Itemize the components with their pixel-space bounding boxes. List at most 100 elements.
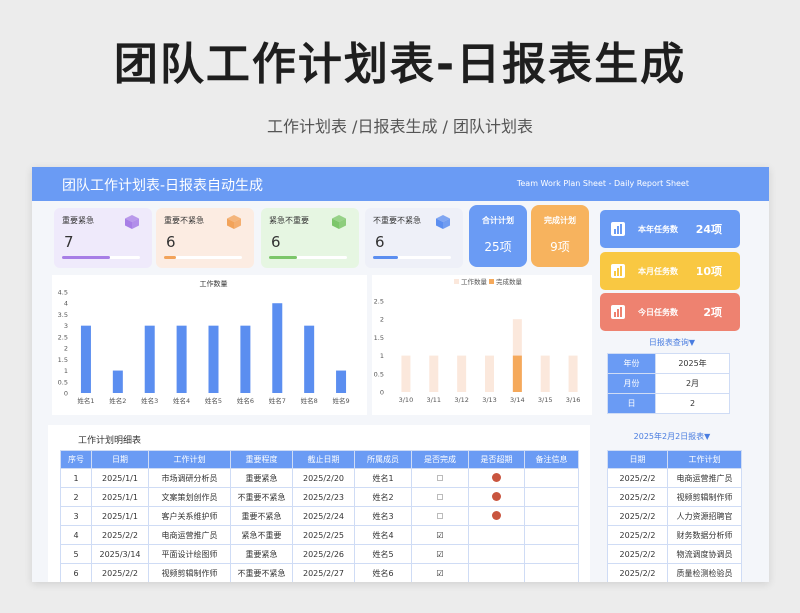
- detail-cell-level: 紧急不重要: [230, 525, 293, 545]
- daily-cell: 2025/2/2: [607, 544, 668, 564]
- bar: [336, 370, 347, 393]
- daily-report-query-dropdown[interactable]: 日报表查询▼: [607, 337, 737, 348]
- detail-cell-plan: 电商运营推广员: [148, 525, 231, 545]
- sheet-header-en-title: Team Work Plan Sheet - Daily Report Shee…: [516, 179, 689, 188]
- bar: [144, 325, 155, 393]
- daily-cell: 物流调度协调员: [667, 544, 742, 564]
- y-tick-label: 3: [64, 322, 68, 330]
- detail-cell-overdue: [468, 487, 525, 507]
- query-value[interactable]: 2: [655, 393, 730, 414]
- table-row: 2025/2/2 人力资源招聘官: [607, 506, 742, 526]
- detail-cell-note: [524, 487, 579, 507]
- x-tick-label: 姓名5: [205, 396, 222, 405]
- detail-cell-note: [524, 563, 579, 582]
- x-tick-label: 姓名1: [77, 396, 94, 405]
- table-row: 6 2025/2/2 视频剪辑制作师 不重要不紧急 2025/2/27 姓名6 ☑: [60, 563, 579, 582]
- quadrant-value: 7: [64, 233, 74, 251]
- bar: [485, 355, 494, 392]
- daily-cell: 电商运营推广员: [667, 468, 742, 488]
- x-tick-label: 3/14: [510, 396, 525, 404]
- x-tick-label: 姓名9: [332, 396, 349, 405]
- y-tick-label: 1.5: [58, 356, 68, 364]
- checked-box-icon[interactable]: ☑: [436, 569, 443, 578]
- detail-cell-member: 姓名1: [354, 468, 412, 488]
- detail-column-header: 是否完成: [411, 450, 469, 469]
- daily-trend-chart: 工作数量 完成数量 0 0.5 1 1.5 2 2.5 3/10 3/11 3/12 3/13 3/14…: [374, 277, 581, 404]
- y-tick-label: 2.5: [374, 298, 384, 306]
- query-row: 年份 2025年: [607, 353, 730, 374]
- quadrant-label: 重要不紧急: [164, 216, 204, 225]
- daily-report-table: 日期 工作计划 2025/2/2 电商运营推广员 2025/2/2 视频剪辑制作师 202…: [607, 450, 742, 582]
- detail-cell-due: 2025/2/24: [292, 506, 355, 526]
- x-tick-label: 3/11: [426, 396, 441, 404]
- bar-chart-icon: [610, 304, 626, 320]
- total-plan-label: 合计计划: [482, 216, 514, 225]
- unchecked-box-icon[interactable]: [437, 513, 443, 519]
- checked-box-icon[interactable]: ☑: [436, 550, 443, 559]
- sheet-header-title: 团队工作计划表-日报表自动生成: [62, 178, 264, 194]
- detail-cell-overdue: [468, 563, 525, 582]
- detail-cell-note: [524, 468, 579, 488]
- detail-cell-done: ☑: [411, 563, 469, 582]
- quadrant-progress: [164, 256, 242, 259]
- detail-cell-level: 重要不紧急: [230, 506, 293, 526]
- detail-cell-date: 2025/1/1: [91, 487, 149, 507]
- daily-column-header: 工作计划: [667, 450, 742, 469]
- y-tick-label: 1: [64, 367, 68, 375]
- daily-report-date-dropdown[interactable]: 2025年2月2日报表▼: [607, 431, 737, 442]
- detail-cell-member: 姓名2: [354, 487, 412, 507]
- detail-cell-done: [411, 506, 469, 526]
- daily-cell: 质量检测检验员: [667, 563, 742, 582]
- quadrant-value: 6: [166, 233, 176, 251]
- x-tick-label: 姓名6: [237, 396, 254, 405]
- y-tick-label: 0.5: [374, 370, 384, 378]
- detail-cell-no: 3: [60, 506, 92, 526]
- detail-cell-date: 2025/1/1: [91, 506, 149, 526]
- x-tick-label: 姓名3: [141, 396, 158, 405]
- query-key: 月份: [607, 373, 656, 394]
- bar: [176, 325, 187, 393]
- daily-trend-chart-panel: 工作数量 完成数量 0 0.5 1 1.5 2 2.5 3/10 3/11 3/12 3/13 3/14…: [372, 275, 592, 415]
- query-table: 年份 2025年 月份 2月日 2: [607, 353, 730, 414]
- table-row: 2025/2/2 质量检测检验员: [607, 563, 742, 582]
- x-tick-label: 3/10: [399, 396, 414, 404]
- bar: [568, 355, 578, 392]
- detail-cell-no: 2: [60, 487, 92, 507]
- quadrant-value: 6: [375, 233, 385, 251]
- detail-cell-level: 重要紧急: [230, 544, 293, 564]
- detail-panel: 工作计划明细表 序号 日期 工作计划 重要程度 截止日期 所属成员 是否完成 是否超期 备注信息…: [48, 425, 590, 582]
- unchecked-box-icon[interactable]: [437, 475, 443, 481]
- bar: [429, 355, 439, 392]
- unchecked-box-icon[interactable]: [437, 494, 443, 500]
- detail-cell-done: [411, 468, 469, 488]
- checked-box-icon[interactable]: ☑: [436, 531, 443, 540]
- detail-column-header: 备注信息: [524, 450, 579, 469]
- page-title: 团队工作计划表-日报表生成: [113, 39, 687, 90]
- stat-value: 10项: [695, 265, 722, 278]
- legend-label: 完成数量: [496, 277, 523, 286]
- done-plan-value: 9项: [550, 240, 570, 254]
- stat-label: 今日任务数: [638, 308, 678, 317]
- detail-column-header: 截止日期: [292, 450, 355, 469]
- query-value[interactable]: 2025年: [655, 353, 730, 374]
- query-row: 日2: [607, 393, 730, 414]
- detail-cell-level: 重要紧急: [230, 468, 293, 488]
- detail-cell-due: 2025/2/26: [292, 544, 355, 564]
- query-key: 日: [607, 393, 656, 414]
- detail-cell-level: 不重要不紧急: [230, 487, 293, 507]
- detail-column-header: 所属成员: [354, 450, 412, 469]
- quadrant-progress-fill: [62, 256, 111, 259]
- y-tick-label: 0: [64, 390, 68, 398]
- daily-cell: 2025/2/2: [607, 487, 668, 507]
- table-row: 2025/2/2 视频剪辑制作师: [607, 487, 742, 507]
- bar: [208, 325, 219, 393]
- quadrant-progress: [373, 256, 451, 259]
- detail-cell-plan: 市场调研分析员: [148, 468, 231, 488]
- bar: [401, 355, 411, 392]
- detail-table: 序号 日期 工作计划 重要程度 截止日期 所属成员 是否完成 是否超期 备注信息 1 2025/1…: [60, 450, 579, 582]
- detail-column-header: 重要程度: [230, 450, 293, 469]
- query-key: 年份: [607, 353, 656, 374]
- query-value[interactable]: 2月: [655, 373, 730, 394]
- cube-icon: [331, 214, 347, 230]
- legend-label: 工作数量: [461, 277, 488, 286]
